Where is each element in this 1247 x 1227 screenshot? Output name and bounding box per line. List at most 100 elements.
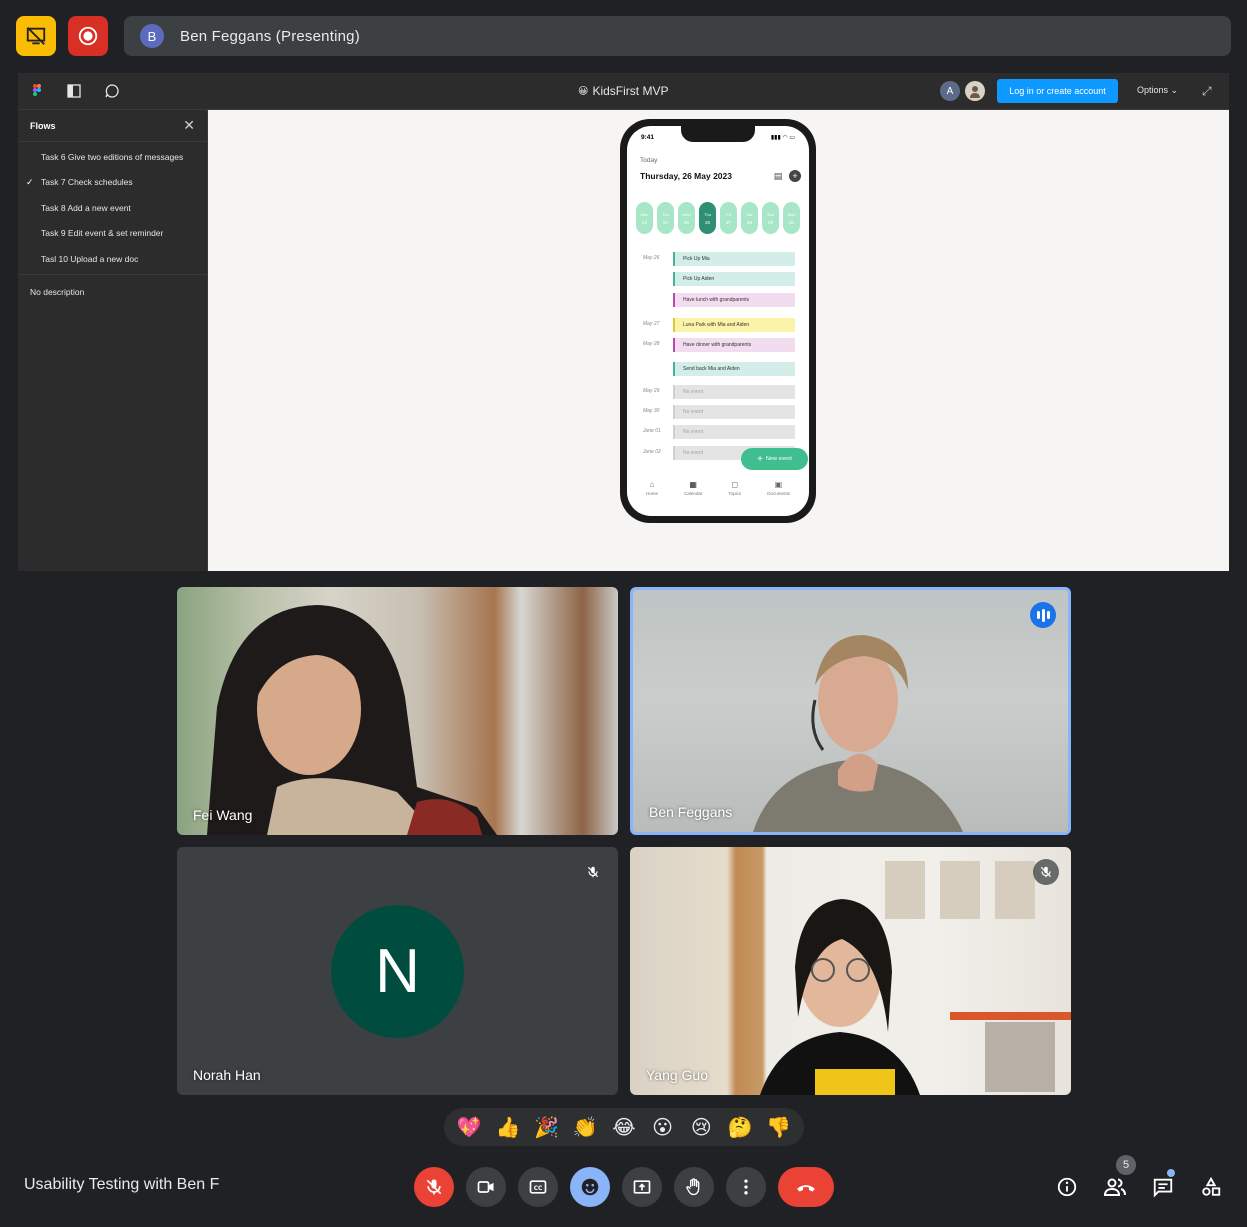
flow-item[interactable]: Task 9 Edit event & set reminder [18,221,207,247]
reaction-thumbs-up[interactable]: 👍 [491,1115,525,1140]
people-icon[interactable] [1102,1174,1128,1200]
options-menu[interactable]: Options ⌄ [1137,85,1178,96]
week-day[interactable]: Sat 28 [741,202,758,234]
agenda-event[interactable]: Pick Up Aiden [673,272,795,286]
flow-item[interactable]: Tasl 10 Upload a new doc [18,246,207,272]
week-day-number: 30 [788,219,794,225]
more-options-button[interactable] [726,1167,766,1207]
phone-screen[interactable]: 9:41 ▮▮▮ ◠ ▭ Today Thursday, 26 May 2023… [627,126,809,516]
tab-calendar[interactable]: ▦ Calendar [684,480,702,504]
flows-title: Flows [30,120,56,131]
week-day-name: Wed [682,211,691,217]
participant-tile-yang[interactable]: Yang Guo [630,847,1071,1095]
list-icon[interactable]: ▤ [772,170,784,182]
reaction-party-popper[interactable]: 🎉 [530,1115,564,1140]
video-camera-icon [477,1181,494,1193]
agenda-event[interactable]: Pick Up Mia [673,252,795,266]
agenda-event[interactable]: No event [673,385,795,399]
agenda-event[interactable]: Luna Park with Mia and Aiden [673,318,795,332]
presentation-off-button[interactable] [16,16,56,56]
hand-icon [686,1178,700,1196]
tab-bar: ⌂ Home ▦ Calendar ◻ Topics ▣ Documents [627,480,809,504]
camera-toggle-button[interactable] [466,1167,506,1207]
agenda-event[interactable]: No event [673,425,795,439]
week-day[interactable]: Sun 29 [762,202,779,234]
presenter-bar: B Ben Feggans (Presenting) [124,16,1231,56]
collaborator-avatar[interactable]: A [940,81,960,101]
meeting-title: Usability Testing with Ben F [24,1176,220,1193]
flow-item-active[interactable]: ✓ Task 7 Check schedules [18,170,207,196]
leave-call-button[interactable] [778,1167,834,1207]
reaction-sparkling-heart[interactable]: 💖 [452,1115,486,1140]
flow-item-label: Task 8 Add a new event [41,202,131,213]
participant-tile-fei[interactable]: Fei Wang [177,587,618,835]
avatar: N [331,905,464,1038]
user-photo-icon [970,86,980,98]
tab-topics[interactable]: ◻ Topics [728,480,741,504]
participant-tile-norah[interactable]: N Norah Han [177,847,618,1095]
flow-item[interactable]: Task 6 Give two editions of messages [18,144,207,170]
week-day[interactable]: Wed 25 [678,202,695,234]
participant-tile-ben[interactable]: Ben Feggans [630,587,1071,835]
tab-home[interactable]: ⌂ Home [646,480,658,504]
figma-logo-icon[interactable] [29,83,45,99]
agenda-row: May 26 Pick Up Mia [627,252,809,266]
week-day[interactable]: Tue 24 [657,202,674,234]
agenda-row: Have lunch with grandparents [627,293,809,307]
agenda-row: May 30 No event [627,405,809,419]
tab-documents[interactable]: ▣ Documents [767,480,790,504]
svg-text:CC: CC [534,1186,543,1192]
captions-button[interactable]: CC [518,1167,558,1207]
agenda-event[interactable]: Have dinner with grandparents [673,338,795,352]
comment-icon[interactable] [104,83,120,99]
expand-icon[interactable]: ⤢ [1202,84,1212,99]
login-button[interactable]: Log in or create account [997,79,1118,103]
mic-off-icon [1033,859,1059,885]
reaction-surprised[interactable]: 😮 [646,1115,680,1140]
week-day-number: 26 [704,219,710,225]
agenda-event[interactable]: Have lunch with grandparents [673,293,795,307]
reactions-button[interactable] [570,1167,610,1207]
home-icon: ⌂ [649,480,655,489]
week-day-number: 27 [725,219,731,225]
week-day-name: Sun [766,211,775,217]
sidebar-toggle-icon[interactable] [66,83,82,99]
week-day-name: Sat [746,211,753,217]
user-avatar[interactable] [965,81,985,101]
chat-icon[interactable] [1150,1174,1176,1200]
date-heading: Thursday, 26 May 2023 [640,171,732,181]
week-day[interactable]: Fri 27 [720,202,737,234]
reaction-clapping[interactable]: 👏 [568,1115,602,1140]
prototype-canvas[interactable]: 9:41 ▮▮▮ ◠ ▭ Today Thursday, 26 May 2023… [208,110,1229,571]
presenter-label: Ben Feggans (Presenting) [180,27,360,45]
reaction-thumbs-down[interactable]: 👎 [762,1115,796,1140]
agenda-event[interactable]: Send back Mia and Aiden [673,362,795,376]
check-icon: ✓ [26,176,34,187]
participant-name: Norah Han [193,1067,261,1083]
reaction-crying[interactable]: 😢 [684,1115,718,1140]
reaction-laughing[interactable]: 😂 [607,1115,641,1140]
present-screen-button[interactable] [622,1167,662,1207]
flow-item-label: Tasl 10 Upload a new doc [41,253,139,264]
agenda-date: May 27 [643,321,660,327]
close-icon[interactable]: ✕ [183,117,195,134]
reactions-bar: 💖 👍 🎉 👏 😂 😮 😢 🤔 👎 [444,1108,804,1146]
reaction-thinking[interactable]: 🤔 [723,1115,757,1140]
flow-item[interactable]: Task 8 Add a new event [18,195,207,221]
mic-toggle-button[interactable] [414,1167,454,1207]
new-event-button[interactable]: + New event [741,448,808,470]
week-day[interactable]: Mon 23 [636,202,653,234]
present-icon [633,1180,651,1194]
new-event-label: New event [765,456,792,462]
agenda-event[interactable]: No event [673,405,795,419]
figma-toolbar: 😀 KidsFirst MVP A Log in or create accou… [18,73,1229,110]
activities-icon[interactable] [1198,1174,1224,1200]
add-icon[interactable]: + [789,170,801,182]
participant-name: Ben Feggans [649,804,733,820]
week-day[interactable]: Mon 30 [783,202,800,234]
recording-button[interactable] [68,16,108,56]
participant-video [207,605,497,835]
meeting-details-icon[interactable] [1054,1174,1080,1200]
raise-hand-button[interactable] [674,1167,714,1207]
week-day-selected[interactable]: Thu 26 [699,202,716,234]
